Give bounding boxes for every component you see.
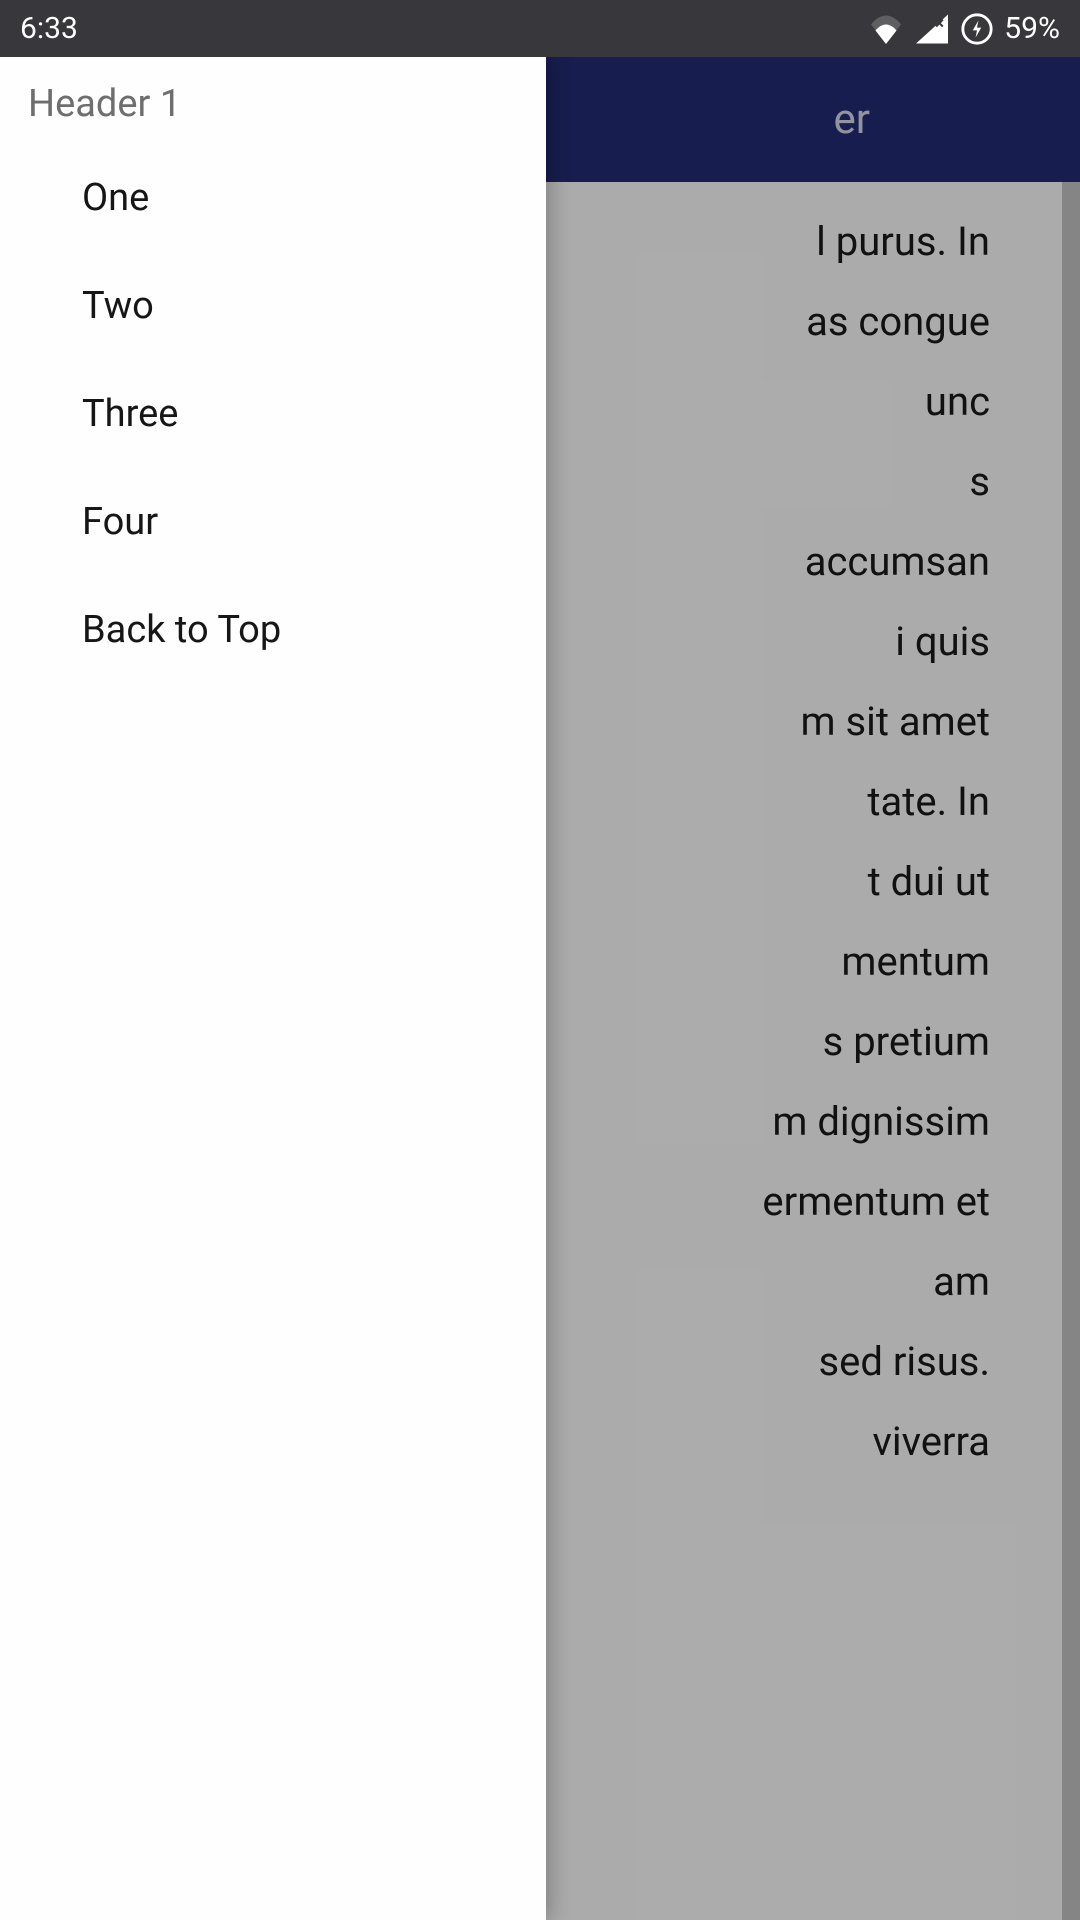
drawer-header: Header 1 (0, 82, 546, 144)
drawer-item-label: Two (82, 284, 154, 328)
svg-text:×: × (935, 14, 944, 34)
drawer-item-label: Four (82, 500, 158, 544)
drawer-item-one[interactable]: One (0, 144, 546, 252)
drawer-item-label: One (82, 176, 149, 220)
clock-text: 6:33 (20, 11, 78, 46)
drawer-item-label: Three (82, 392, 178, 436)
drawer-item-two[interactable]: Two (0, 252, 546, 360)
drawer-item-label: Back to Top (82, 608, 281, 652)
status-bar: 6:33 × 59% (0, 0, 1080, 57)
drawer-item-back-to-top[interactable]: Back to Top (0, 576, 546, 684)
battery-charging-icon (960, 12, 994, 46)
navigation-drawer: Header 1 One Two Three Four Back to Top (0, 57, 546, 1920)
drawer-item-three[interactable]: Three (0, 360, 546, 468)
cellular-no-signal-icon: × (914, 13, 950, 45)
battery-percentage: 59% (1004, 11, 1060, 46)
status-icons: × 59% (868, 11, 1060, 46)
wifi-icon (868, 14, 904, 44)
status-time: 6:33 (20, 11, 78, 46)
drawer-item-four[interactable]: Four (0, 468, 546, 576)
